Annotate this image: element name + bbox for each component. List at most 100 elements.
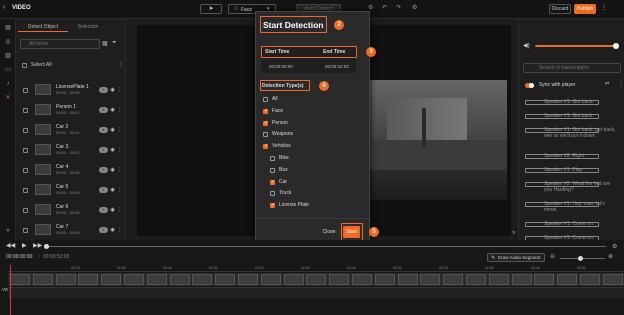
settings-icon[interactable]: ⚙ [612,243,617,250]
more-icon[interactable]: ⋮ [118,61,124,68]
grid-view-icon[interactable]: ▦ [102,40,108,47]
redact-icon[interactable]: ✕ [4,95,12,102]
item-checkbox[interactable] [23,128,28,133]
detection-option-checkbox[interactable] [270,202,275,209]
eye-icon[interactable]: ◉ [110,166,115,174]
play-icon[interactable]: ▶ [22,242,27,249]
filter-icon[interactable]: ⏷ [112,40,117,47]
more-icon[interactable]: ⋮ [117,186,122,194]
expand-right-icon[interactable]: » [512,230,515,236]
eye-icon[interactable]: ◉ [110,226,115,234]
detection-option-checkbox[interactable] [263,108,268,114]
more-icon[interactable]: ⋮ [618,81,624,88]
eye-icon[interactable]: ◉ [110,86,115,94]
more-icon[interactable]: ⋮ [117,146,122,154]
detection-option-checkbox[interactable] [270,156,275,161]
more-icon[interactable]: ⋮ [117,126,122,134]
target-icon[interactable]: ◎ [4,39,12,46]
eye-icon[interactable]: ◉ [110,206,115,214]
object-list-item[interactable]: Person 1 00:00 - 00:01 8 ◉ ⋮ [19,101,122,120]
zoom-in-icon[interactable]: ⊕ [608,253,613,260]
cursor-tool-button[interactable]: ➤ [200,4,222,14]
ruler-tick: 03:00 [577,266,586,270]
transcript-line[interactable]: Speaker #1: Come on. [522,221,620,233]
object-list-item[interactable]: Car 7 00:03 - 00:04 1 ◉ ⋮ [19,221,122,240]
eye-icon[interactable]: ◉ [110,186,115,194]
item-checkbox[interactable] [23,168,28,173]
volume-knob[interactable] [613,43,619,49]
eye-icon[interactable]: ◉ [110,106,115,114]
object-list-item[interactable]: Car 4 00:02 - 00:04 1 ◉ ⋮ [19,161,122,180]
more-icon[interactable]: ⋮ [117,86,122,94]
detection-option-checkbox[interactable] [270,179,275,185]
select-all-checkbox[interactable] [22,63,27,68]
audio-track[interactable] [8,287,624,298]
time-separator: / [38,254,40,260]
more-icon[interactable]: ⋮ [117,226,122,234]
volume-icon[interactable]: ◀) [523,42,530,49]
detection-option-checkbox[interactable] [270,167,275,173]
object-list-item[interactable]: Car 5 00:02 - 00:04 1 ◉ ⋮ [19,181,122,200]
item-checkbox[interactable] [23,188,28,193]
item-checkbox[interactable] [23,228,28,233]
transcript-line[interactable]: Speaker #1: Get back, get back, see so w… [522,127,620,151]
end-time-value[interactable]: 00:03:52:03 [325,64,349,69]
more-icon[interactable]: ⋮ [117,206,122,214]
item-checkbox[interactable] [23,148,28,153]
video-track[interactable] [8,273,624,286]
item-checkbox[interactable] [23,108,28,113]
playback-progress[interactable] [44,244,606,249]
discard-button[interactable]: Discard [549,4,571,14]
settings-icon[interactable]: ⚙ [368,4,373,11]
transcript-line[interactable]: Speaker #1: Get back. [522,99,620,111]
item-checkbox[interactable] [23,208,28,213]
more-icon[interactable]: ⋮ [117,106,122,114]
object-list-item[interactable]: Car 2 00:01 - 00:01 4 ◉ ⋮ [19,121,122,140]
arrow-left-icon[interactable]: ‹ [3,4,5,11]
detection-option-checkbox[interactable] [270,191,275,197]
detection-option-checkbox[interactable] [263,132,268,138]
zoom-out-icon[interactable]: ⊖ [550,253,555,260]
skip-back-icon[interactable]: ◀◀ [6,242,15,249]
skip-forward-icon[interactable]: ▶▶ [33,242,42,249]
transcript-search-input[interactable] [523,63,621,73]
layers-icon[interactable]: ▥ [4,53,12,60]
undo-icon[interactable]: ↶ [382,4,387,11]
draw-audio-segment-button[interactable]: ✎ Draw Audio Segment [487,253,545,262]
translate-icon[interactable]: ⇄ [605,81,609,87]
document-icon[interactable]: ▤ [4,25,12,32]
item-thumbnail [35,124,51,135]
eye-icon[interactable]: ◉ [110,146,115,154]
object-list-item[interactable]: Car 3 00:01 - 00:02 1 ◉ ⋮ [19,141,122,160]
car-icon[interactable]: ▭ [4,67,12,74]
volume-slider[interactable] [535,43,619,49]
transcription-panel: ◀) ⌕ Sync with player ⇄ ⋮ Speaker #1: Ge… [518,19,624,241]
search-input[interactable] [20,39,100,49]
transcript-line[interactable]: Speaker #1: Get back. [522,113,620,125]
tab-selection[interactable]: Selection [70,22,106,32]
object-list-item[interactable]: Car 6 00:03 - 00:04 1 ◉ ⋮ [19,201,122,220]
transcript-line[interactable]: Speaker #1: Play. [522,167,620,179]
close-button[interactable]: Close [321,228,337,237]
transcript-line[interactable]: Speaker #2: Right. [522,153,620,165]
zoom-slider[interactable] [560,256,605,261]
redo-icon[interactable]: ↷ [396,4,401,11]
playhead-knob[interactable] [44,244,49,249]
detection-option-checkbox[interactable] [263,97,268,102]
detection-option-checkbox[interactable] [263,120,268,126]
item-checkbox[interactable] [23,88,28,93]
publish-button[interactable]: Publish [574,4,596,14]
collapse-icon[interactable]: « [4,228,12,235]
gear-icon[interactable]: ⚙ [412,4,417,11]
eye-icon[interactable]: ◉ [110,126,115,134]
tab-detect-object[interactable]: Detect Object [18,22,68,32]
start-time-value[interactable]: 00:00:00:00 [269,64,293,69]
transcript-line[interactable]: Speaker #2: What the hell are you Hardin… [522,181,620,199]
sync-toggle[interactable] [525,83,534,88]
more-icon[interactable]: ⋮ [601,4,607,11]
transcript-line[interactable]: Speaker #1: Hey, man, let's move. [522,201,620,219]
detection-option-checkbox[interactable] [263,143,268,150]
audio-icon[interactable]: ♪ [4,81,12,88]
object-list-item[interactable]: LicensePlate 1 00:00 - 00:00 1 ◉ ⋮ [19,81,122,100]
more-icon[interactable]: ⋮ [117,166,122,174]
